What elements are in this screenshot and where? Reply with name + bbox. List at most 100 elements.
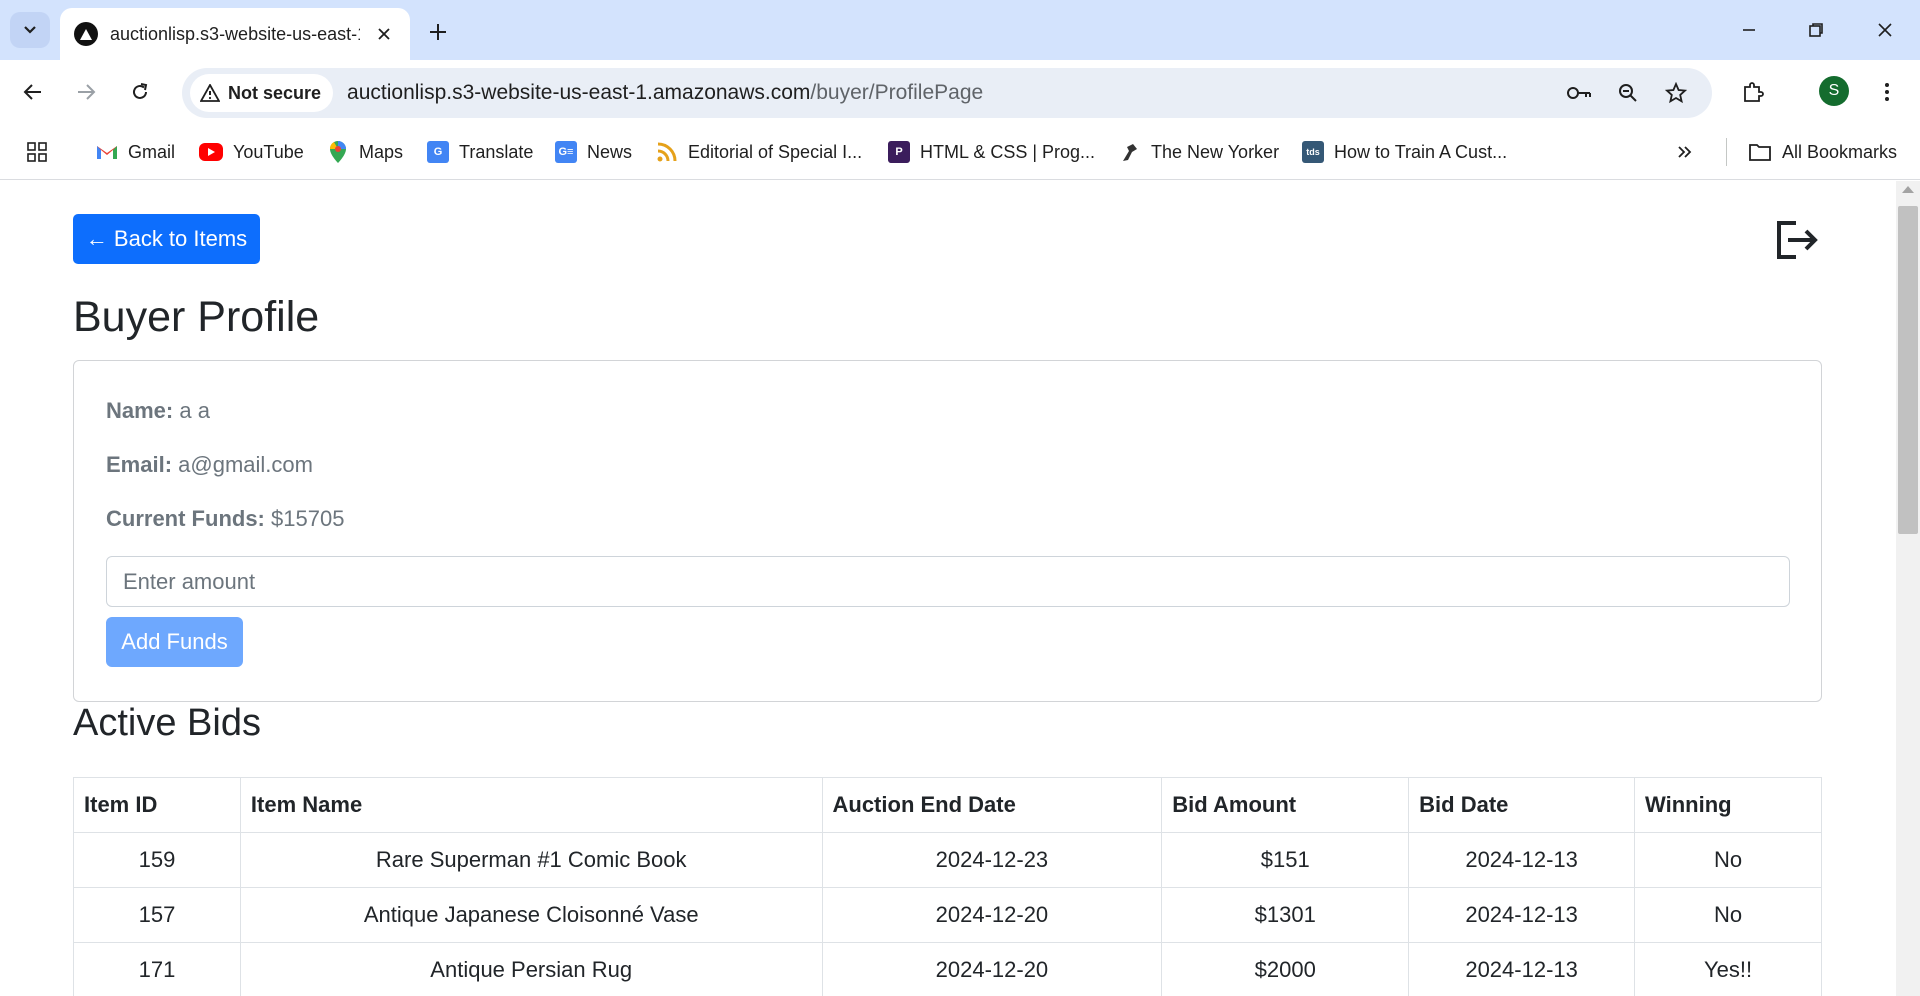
translate-icon: G	[427, 141, 449, 163]
apps-grid-icon	[27, 142, 47, 162]
forward-nav-button[interactable]	[68, 74, 104, 110]
logout-button[interactable]	[1774, 217, 1820, 263]
back-nav-button[interactable]	[15, 74, 51, 110]
tab-search-button[interactable]	[10, 12, 50, 48]
cell-auction-end-date: 2024-12-20	[821, 887, 1163, 943]
restore-button[interactable]	[1791, 10, 1841, 50]
reload-icon	[133, 83, 148, 99]
bookmark-label: The New Yorker	[1151, 141, 1280, 162]
funds-value: $15705	[271, 506, 345, 531]
cell-winning: No	[1634, 887, 1822, 943]
active-bids-title: Active Bids	[73, 702, 261, 744]
cell-winning: Yes!!	[1634, 942, 1822, 996]
cell-bid-amount: $1301	[1161, 887, 1410, 943]
triangle-favicon-icon	[74, 22, 98, 46]
bookmark-maps[interactable]: Maps	[327, 138, 403, 166]
cell-item-id: 171	[73, 942, 241, 996]
security-chip[interactable]: Not secure	[190, 74, 334, 112]
active-bids-table: Item ID Item Name Auction End Date Bid A…	[73, 777, 1822, 996]
all-bookmarks-label: All Bookmarks	[1782, 141, 1898, 162]
email-value: a@gmail.com	[178, 452, 313, 477]
p-icon: P	[888, 141, 910, 163]
url-path: /buyer/ProfilePage	[810, 81, 984, 104]
chevron-down-icon	[24, 26, 36, 34]
news-icon: G≡	[555, 141, 577, 163]
table-row: 171 Antique Persian Rug 2024-12-20 $2000…	[73, 942, 1822, 996]
back-to-items-button[interactable]: ← Back to Items	[73, 214, 260, 264]
profile-avatar[interactable]: S	[1819, 76, 1849, 106]
browser-menu-button[interactable]	[1869, 74, 1905, 110]
bookmark-label: YouTube	[233, 141, 304, 162]
add-funds-button[interactable]: Add Funds	[106, 617, 243, 667]
tab-strip: auctionlisp.s3-website-us-east-1...	[0, 0, 1920, 60]
kebab-menu-icon	[1885, 83, 1889, 101]
header-bid-amount: Bid Amount	[1161, 777, 1410, 833]
bookmark-star-icon[interactable]	[1659, 76, 1693, 110]
cell-winning: No	[1634, 832, 1822, 888]
bookmark-label: Translate	[459, 141, 534, 162]
funds-label: Current Funds:	[106, 506, 265, 531]
logout-icon	[1777, 221, 1818, 259]
cell-auction-end-date: 2024-12-20	[821, 942, 1163, 996]
address-bar[interactable]: Not secure auctionlisp.s3-website-us-eas…	[182, 68, 1712, 118]
header-item-name: Item Name	[239, 777, 823, 833]
table-row: 159 Rare Superman #1 Comic Book 2024-12-…	[73, 832, 1822, 888]
browser-toolbar: Not secure auctionlisp.s3-website-us-eas…	[0, 60, 1920, 124]
bookmarks-bar: Gmail YouTube Maps G Translate G≡ News E…	[0, 124, 1920, 180]
bookmark-html-css[interactable]: P HTML & CSS | Prog...	[888, 138, 1095, 166]
restore-icon	[1809, 23, 1823, 37]
new-yorker-icon	[1119, 141, 1141, 163]
close-window-button[interactable]	[1860, 10, 1910, 50]
cell-bid-amount: $151	[1161, 832, 1410, 888]
tds-icon: tds	[1302, 141, 1324, 163]
header-item-id: Item ID	[73, 777, 241, 833]
name-value: a a	[179, 398, 210, 423]
all-bookmarks-button[interactable]: All Bookmarks	[1748, 138, 1897, 166]
page-title: Buyer Profile	[73, 293, 320, 341]
amount-input[interactable]	[106, 556, 1790, 607]
bookmark-new-yorker[interactable]: The New Yorker	[1119, 138, 1279, 166]
url-text[interactable]: auctionlisp.s3-website-us-east-1.amazona…	[347, 81, 983, 105]
bookmark-youtube[interactable]: YouTube	[199, 138, 304, 166]
name-field: Name: a a	[106, 398, 210, 424]
bookmark-editorial[interactable]: Editorial of Special I...	[656, 138, 862, 166]
page-content: ← Back to Items Buyer Profile Name: a a …	[0, 181, 1896, 996]
header-winning: Winning	[1634, 777, 1822, 833]
cell-item-name: Antique Persian Rug	[239, 942, 823, 996]
cell-item-id: 157	[73, 887, 241, 943]
close-tab-icon[interactable]	[372, 22, 396, 46]
password-key-icon[interactable]	[1562, 76, 1596, 110]
maps-icon	[327, 141, 349, 163]
scrollbar-thumb[interactable]	[1898, 206, 1918, 534]
reload-button[interactable]	[122, 74, 158, 110]
tab-title: auctionlisp.s3-website-us-east-1...	[110, 23, 360, 44]
active-tab[interactable]: auctionlisp.s3-website-us-east-1...	[60, 8, 410, 60]
bookmark-translate[interactable]: G Translate	[427, 138, 533, 166]
extensions-button[interactable]	[1735, 74, 1771, 110]
cell-bid-amount: $2000	[1161, 942, 1410, 996]
zoom-icon[interactable]	[1611, 76, 1645, 110]
bookmark-news[interactable]: G≡ News	[555, 138, 632, 166]
double-chevron-right-icon	[1678, 146, 1692, 158]
minimize-button[interactable]	[1724, 10, 1774, 50]
table-header-row: Item ID Item Name Auction End Date Bid A…	[73, 777, 1822, 833]
scroll-up-arrow-icon[interactable]	[1902, 186, 1914, 193]
header-auction-end-date: Auction End Date	[821, 777, 1163, 833]
bookmark-label: Maps	[359, 141, 404, 162]
bookmark-gmail[interactable]: Gmail	[96, 138, 175, 166]
url-host: auctionlisp.s3-website-us-east-1.amazona…	[347, 81, 811, 104]
bookmark-label: HTML & CSS | Prog...	[920, 141, 1096, 162]
bookmark-label: Gmail	[128, 141, 176, 162]
cell-item-name: Rare Superman #1 Comic Book	[239, 832, 823, 888]
more-bookmarks-button[interactable]	[1677, 138, 1693, 166]
new-tab-button[interactable]	[420, 14, 456, 50]
security-label: Not secure	[228, 82, 322, 103]
bookmark-label: Editorial of Special I...	[688, 141, 863, 162]
bookmark-label: How to Train A Cust...	[1334, 141, 1508, 162]
plus-icon	[430, 24, 446, 40]
arrow-right-icon	[78, 84, 96, 100]
minimize-icon	[1743, 29, 1755, 31]
profile-card: Name: a a Email: a@gmail.com Current Fun…	[73, 360, 1822, 702]
apps-button[interactable]	[26, 138, 48, 166]
bookmark-tds[interactable]: tds How to Train A Cust...	[1302, 138, 1507, 166]
